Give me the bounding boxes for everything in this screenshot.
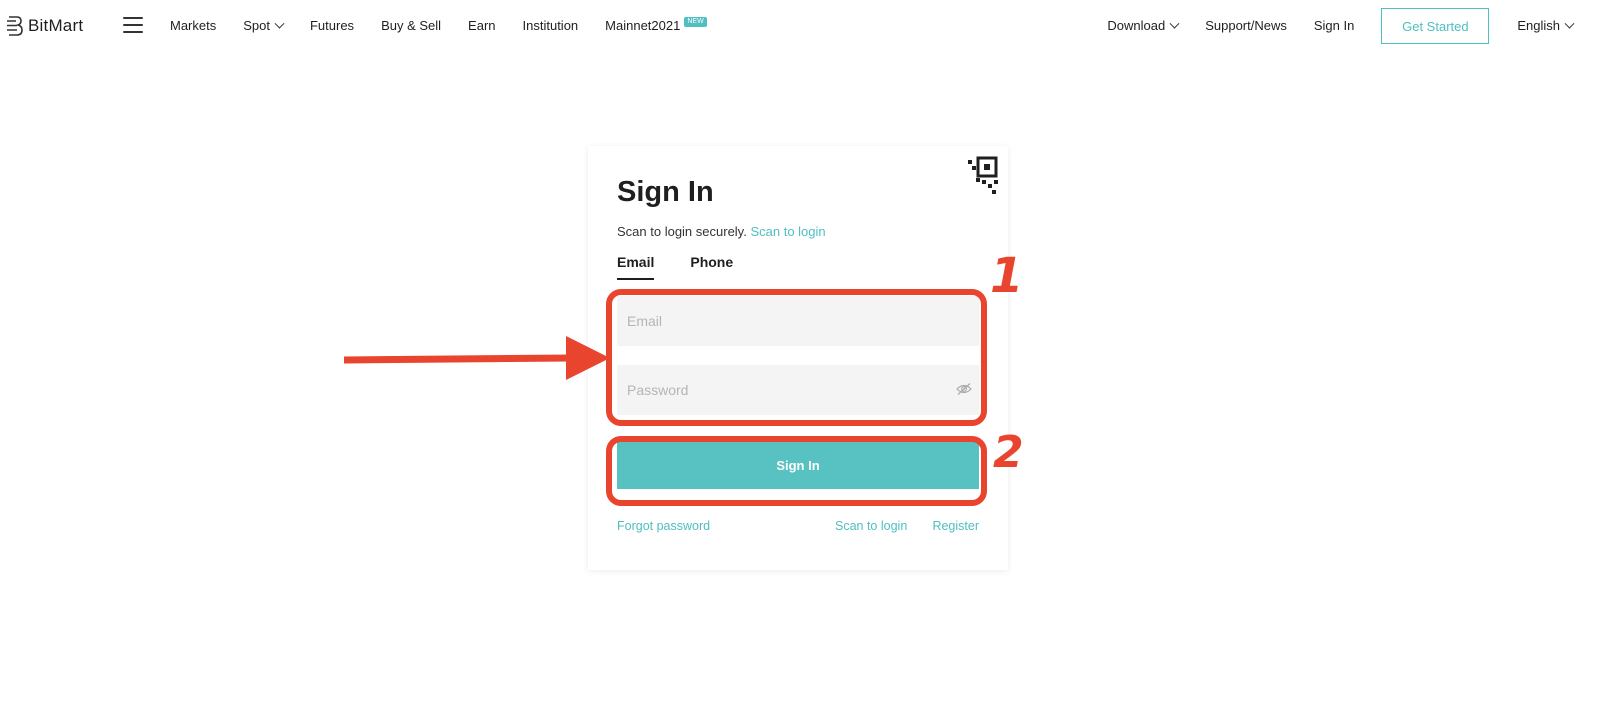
qr-corner (952, 146, 1008, 202)
nav-label: Buy & Sell (381, 18, 442, 33)
nav-label: Support/News (1205, 18, 1287, 33)
new-badge: NEW (684, 17, 707, 27)
nav-markets[interactable]: Markets (170, 16, 216, 36)
nav-institution[interactable]: Institution (523, 16, 579, 36)
tab-phone[interactable]: Phone (690, 254, 733, 280)
page-title: Sign In (617, 176, 714, 208)
register-link[interactable]: Register (932, 519, 979, 533)
nav-label: Spot (243, 18, 270, 33)
nav-sign-in[interactable]: Sign In (1314, 16, 1354, 36)
language-label: English (1517, 18, 1560, 33)
qr-code-icon[interactable] (956, 152, 1002, 198)
brand-logo[interactable]: BitMart (6, 14, 83, 38)
nav-earn[interactable]: Earn (468, 16, 495, 36)
chevron-down-icon (274, 18, 285, 29)
arrow-annotation (343, 336, 610, 380)
nav-buy-sell[interactable]: Buy & Sell (381, 16, 441, 36)
primary-nav: Markets Spot Futures Buy & Sell Earn Ins… (170, 16, 734, 36)
hamburger-icon[interactable] (123, 17, 143, 33)
nav-label: Sign In (1313, 18, 1355, 33)
top-nav-bar: BitMart Markets Spot Futures Buy & Sell … (0, 0, 1600, 52)
scan-to-login-link-bottom[interactable]: Scan to login (835, 519, 907, 533)
nav-label: Download (1107, 18, 1166, 33)
brand-name: BitMart (28, 16, 84, 35)
get-started-button[interactable]: Get Started (1381, 8, 1490, 44)
nav-label: Mainnet2021 (605, 18, 681, 33)
chevron-down-icon (1564, 18, 1575, 29)
login-method-tabs: Email Phone (617, 254, 769, 280)
password-input[interactable] (617, 365, 979, 415)
nav-download[interactable]: Download (1107, 16, 1180, 36)
tab-email[interactable]: Email (617, 254, 655, 280)
email-input[interactable] (617, 296, 979, 346)
scan-to-login-link[interactable]: Scan to login (750, 224, 825, 239)
eye-icon[interactable] (956, 381, 972, 397)
scan-hint-text: Scan to login securely. (617, 224, 747, 239)
secondary-nav: Download Support/News Sign In Get Starte… (1107, 0, 1600, 52)
language-selector[interactable]: English (1517, 16, 1575, 36)
nav-label: Futures (309, 18, 355, 33)
scan-hint: Scan to login securely. Scan to login (617, 224, 826, 239)
nav-label: Institution (522, 18, 579, 33)
bitmart-logo-icon (7, 16, 23, 36)
nav-label: Earn (468, 18, 496, 33)
nav-futures[interactable]: Futures (310, 16, 354, 36)
nav-mainnet2021[interactable]: Mainnet2021 NEW (605, 16, 707, 36)
nav-spot[interactable]: Spot (243, 16, 285, 36)
forgot-password-link[interactable]: Forgot password (617, 519, 710, 533)
sign-in-button[interactable]: Sign In (617, 441, 979, 489)
chevron-down-icon (1169, 18, 1180, 29)
nav-support-news[interactable]: Support/News (1205, 16, 1287, 36)
signin-card: Sign In Scan to login securely. Scan to … (588, 146, 1008, 570)
nav-label: Markets (170, 18, 217, 33)
